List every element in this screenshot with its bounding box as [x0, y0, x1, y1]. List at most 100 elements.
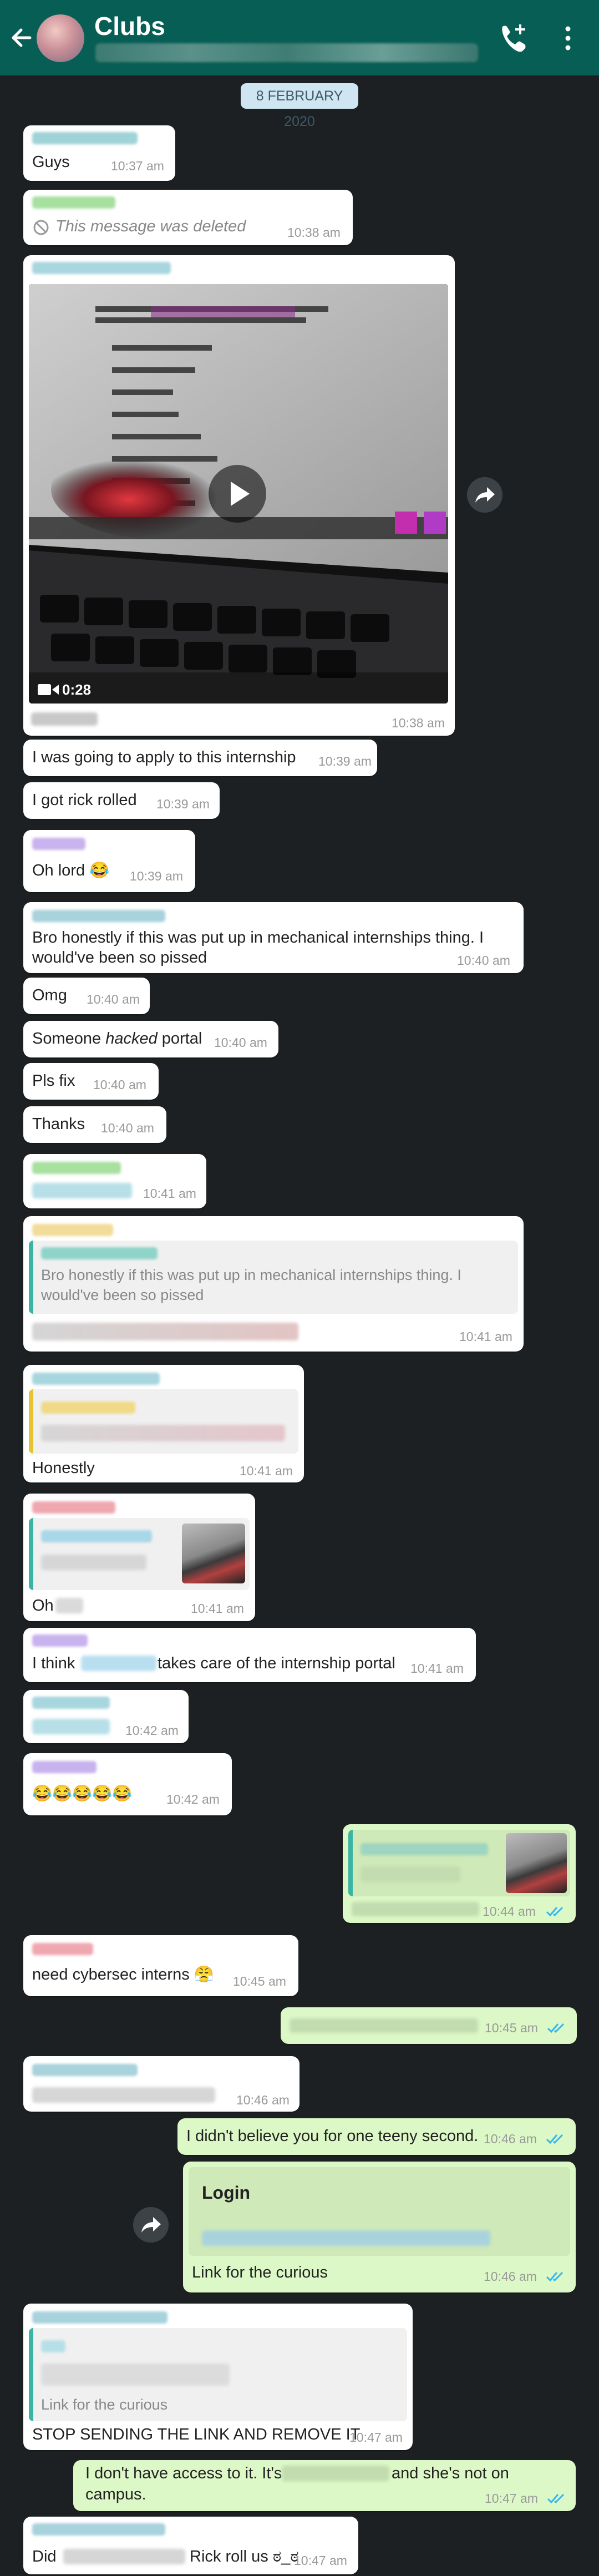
message-bubble[interactable]: I got rick rolled 10:39 am	[23, 782, 220, 819]
message-time: 10:47 am	[349, 2430, 403, 2445]
message-time: 10:46 am	[484, 2269, 537, 2284]
read-receipt-icon	[546, 2271, 564, 2282]
quoted-sender-redacted	[41, 1247, 158, 1259]
outgoing-message-bubble[interactable]: I don't have access to it. It's and she'…	[73, 2460, 576, 2511]
message-time: 10:41 am	[191, 1601, 244, 1616]
arrow-left-icon[interactable]	[8, 21, 34, 54]
quoted-message[interactable]	[348, 1830, 570, 1896]
outgoing-message-bubble[interactable]: I didn't believe you for one teeny secon…	[177, 2118, 576, 2155]
message-bubble[interactable]: 10:42 am	[23, 1690, 189, 1743]
message-bubble[interactable]: Someone hacked portal 10:40 am	[23, 1021, 278, 1057]
message-text: Omg	[32, 986, 67, 1004]
message-time: 10:41 am	[240, 1464, 293, 1478]
message-text: I got rick rolled	[32, 791, 137, 809]
message-text-line: Bro honestly if this was put up in mecha…	[32, 929, 484, 947]
message-bubble[interactable]: 10:41 am	[23, 1154, 206, 1208]
quote-accent-bar	[29, 2328, 33, 2421]
blocked-icon	[33, 220, 49, 235]
message-text-redacted	[32, 1323, 298, 1340]
play-icon	[231, 482, 250, 506]
group-avatar[interactable]	[37, 14, 84, 62]
quoted-sender-redacted	[41, 1530, 152, 1542]
message-time: 10:45 am	[233, 1974, 286, 1988]
message-time: 10:47 am	[485, 2491, 538, 2506]
message-bubble[interactable]: Omg 10:40 am	[23, 978, 150, 1014]
outgoing-link-bubble[interactable]: Login Link for the curious 10:46 am	[183, 2162, 576, 2292]
quoted-link-redacted	[41, 2364, 230, 2386]
message-bubble[interactable]: Guys 10:37 am	[23, 125, 175, 181]
chat-title[interactable]: Clubs	[94, 11, 165, 41]
add-call-icon[interactable]	[497, 22, 530, 53]
message-text-part: Rick roll us ಠ_ಠ	[190, 2548, 299, 2565]
message-text: Oh lord 😂	[32, 862, 110, 879]
message-text-redacted	[290, 2018, 478, 2033]
outgoing-message-bubble[interactable]: 10:45 am	[281, 2007, 577, 2044]
read-receipt-icon	[547, 2023, 565, 2033]
quoted-message[interactable]	[29, 1389, 298, 1454]
quote-accent-bar	[29, 1241, 33, 1314]
message-time: 10:37 am	[111, 159, 164, 173]
message-text-part: I think	[32, 1654, 75, 1672]
link-url-redacted	[202, 2230, 490, 2246]
quoted-message[interactable]: Bro honestly if this was put up in mecha…	[29, 1241, 518, 1314]
message-time: 10:47 am	[294, 2553, 347, 2568]
message-bubble[interactable]: 😂😂😂😂😂 10:42 am	[23, 1753, 232, 1815]
outgoing-reply-bubble[interactable]: 10:44 am	[343, 1824, 576, 1923]
message-text-redacted	[55, 1598, 83, 1613]
reply-message-bubble[interactable]: Honestly 10:41 am	[23, 1365, 304, 1482]
sender-name-redacted	[32, 910, 165, 922]
message-text-part: Did	[32, 2548, 57, 2565]
quoted-text-redacted	[361, 1866, 460, 1882]
sender-name-redacted	[32, 1224, 113, 1236]
chat-subtitle-redacted	[95, 43, 478, 62]
play-button[interactable]	[209, 465, 266, 523]
message-time: 10:39 am	[130, 869, 183, 883]
forward-button[interactable]	[133, 2207, 169, 2243]
deleted-message-text: This message was deleted	[55, 217, 246, 235]
more-vert-icon[interactable]	[561, 24, 575, 52]
sender-name-redacted	[32, 2064, 138, 2076]
message-bubble[interactable]: Thanks 10:40 am	[23, 1106, 166, 1143]
video-caption-redacted	[31, 712, 98, 726]
sender-name-redacted	[32, 1162, 121, 1174]
forward-icon	[475, 487, 495, 503]
message-bubble[interactable]: Did Rick roll us ಠ_ಠ 10:47 am	[23, 2517, 358, 2574]
message-text: 😂😂😂😂😂	[32, 1785, 133, 1803]
read-receipt-icon	[547, 2493, 565, 2504]
date-chip: 8 FEBRUARY 2020	[241, 83, 358, 129]
message-bubble[interactable]: I was going to apply to this internship …	[23, 740, 377, 776]
quoted-sender-redacted	[361, 1843, 488, 1855]
forward-button[interactable]	[467, 477, 502, 513]
reply-message-bubble[interactable]: Link for the curious STOP SENDING THE LI…	[23, 2304, 413, 2450]
quoted-sender-redacted	[41, 1401, 135, 1414]
reply-message-bubble[interactable]: Oh 10:41 am	[23, 1494, 255, 1621]
message-text: I was going to apply to this internship	[32, 748, 296, 766]
reply-message-bubble[interactable]: Bro honestly if this was put up in mecha…	[23, 1216, 524, 1352]
link-preview[interactable]: Login	[189, 2167, 570, 2256]
chat-header: Clubs	[0, 0, 599, 75]
message-bubble[interactable]: Bro honestly if this was put up in mecha…	[23, 902, 524, 973]
message-text: Link for the curious	[192, 2264, 328, 2281]
video-thumbnail[interactable]: 0:28	[29, 284, 448, 704]
quote-accent-bar	[348, 1830, 353, 1896]
message-time: 10:46 am	[236, 2093, 290, 2107]
message-text-redacted	[32, 1719, 110, 1734]
message-bubble[interactable]: I think takes care of the internship por…	[23, 1628, 476, 1682]
message-text-part: Someone	[32, 1030, 106, 1047]
message-bubble[interactable]: 10:46 am	[23, 2056, 300, 2112]
sender-name-redacted	[32, 2311, 167, 2324]
quoted-sender-redacted	[41, 2340, 65, 2352]
message-time: 10:46 am	[484, 2132, 537, 2146]
sender-name-redacted	[32, 1761, 97, 1773]
message-text-part: I don't have access to it. It's	[85, 2464, 282, 2482]
message-text: need cybersec interns 😤	[32, 1966, 214, 1983]
message-bubble[interactable]: This message was deleted 10:38 am	[23, 190, 353, 245]
quoted-message[interactable]: Link for the curious	[29, 2328, 407, 2421]
sender-name-redacted	[32, 1634, 88, 1647]
message-bubble[interactable]: Oh lord 😂 10:39 am	[23, 830, 195, 892]
message-text-italic: hacked	[105, 1030, 158, 1047]
message-bubble[interactable]: Pls fix 10:40 am	[23, 1063, 159, 1100]
quoted-message[interactable]	[29, 1518, 250, 1590]
message-bubble[interactable]: need cybersec interns 😤 10:45 am	[23, 1935, 298, 1996]
sender-name-redacted	[32, 1697, 110, 1709]
